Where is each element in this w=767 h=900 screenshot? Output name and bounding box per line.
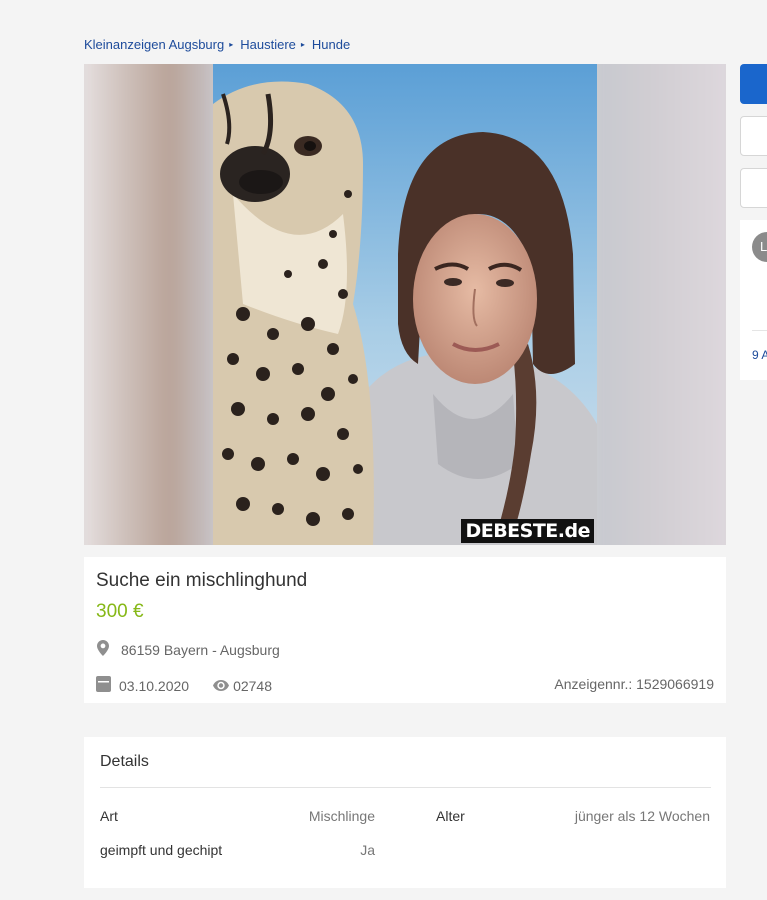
gallery-blur-right <box>590 64 726 545</box>
calendar-icon <box>96 676 111 695</box>
tertiary-action-button[interactable] <box>740 168 767 208</box>
listing-meta: 03.10.2020 02748 <box>96 676 272 695</box>
location-text: 86159 Bayern - Augsburg <box>121 641 280 658</box>
breadcrumb: Kleinanzeigen Augsburg ▸ Haustiere ▸ Hun… <box>84 37 350 52</box>
ad-number: Anzeigennr.: 1529066919 <box>554 676 714 692</box>
listing-date: 03.10.2020 <box>119 677 190 694</box>
avatar[interactable]: L <box>752 232 767 262</box>
eye-icon <box>213 678 230 694</box>
contact-button[interactable] <box>740 64 767 104</box>
seller-card: L 9 A <box>740 220 767 380</box>
listing-views: 02748 <box>233 677 273 694</box>
listing-title: Suche ein mischlinghund <box>96 570 308 591</box>
detail-value-alter: jünger als 12 Wochen <box>574 808 710 824</box>
breadcrumb-item-hunde[interactable]: Hunde <box>312 37 350 52</box>
gallery-blur-left <box>84 64 220 545</box>
breadcrumb-item-kleinanzeigen-augsburg[interactable]: Kleinanzeigen Augsburg <box>84 37 224 52</box>
watermark-label: DEBESTE.de <box>461 519 594 543</box>
details-heading: Details <box>100 753 149 770</box>
image-gallery[interactable]: DEBESTE.de <box>84 64 726 545</box>
details-divider <box>100 787 711 788</box>
listing-photo-illustration <box>213 64 597 545</box>
seller-divider <box>752 330 767 331</box>
listing-photo[interactable]: DEBESTE.de <box>213 64 597 545</box>
breadcrumb-item-haustiere[interactable]: Haustiere <box>240 37 296 52</box>
detail-key-art: Art <box>100 808 118 824</box>
detail-value-geimpft: Ja <box>360 842 375 858</box>
detail-key-geimpft: geimpft und gechipt <box>100 842 223 858</box>
listing-price: 300 € <box>96 601 144 622</box>
detail-value-art: Mischlinge <box>308 808 375 824</box>
listing-info: Suche ein mischlinghund 300 € 86159 Baye… <box>84 557 726 703</box>
breadcrumb-separator-icon: ▸ <box>300 40 305 49</box>
map-pin-icon <box>97 640 109 659</box>
breadcrumb-separator-icon: ▸ <box>229 40 234 49</box>
seller-ads-link[interactable]: 9 A <box>752 348 767 362</box>
secondary-action-button[interactable] <box>740 116 767 156</box>
detail-key-alter: Alter <box>436 808 465 824</box>
details-section: Details Art Mischlinge Alter jünger als … <box>84 737 726 888</box>
listing-location: 86159 Bayern - Augsburg <box>96 640 280 659</box>
